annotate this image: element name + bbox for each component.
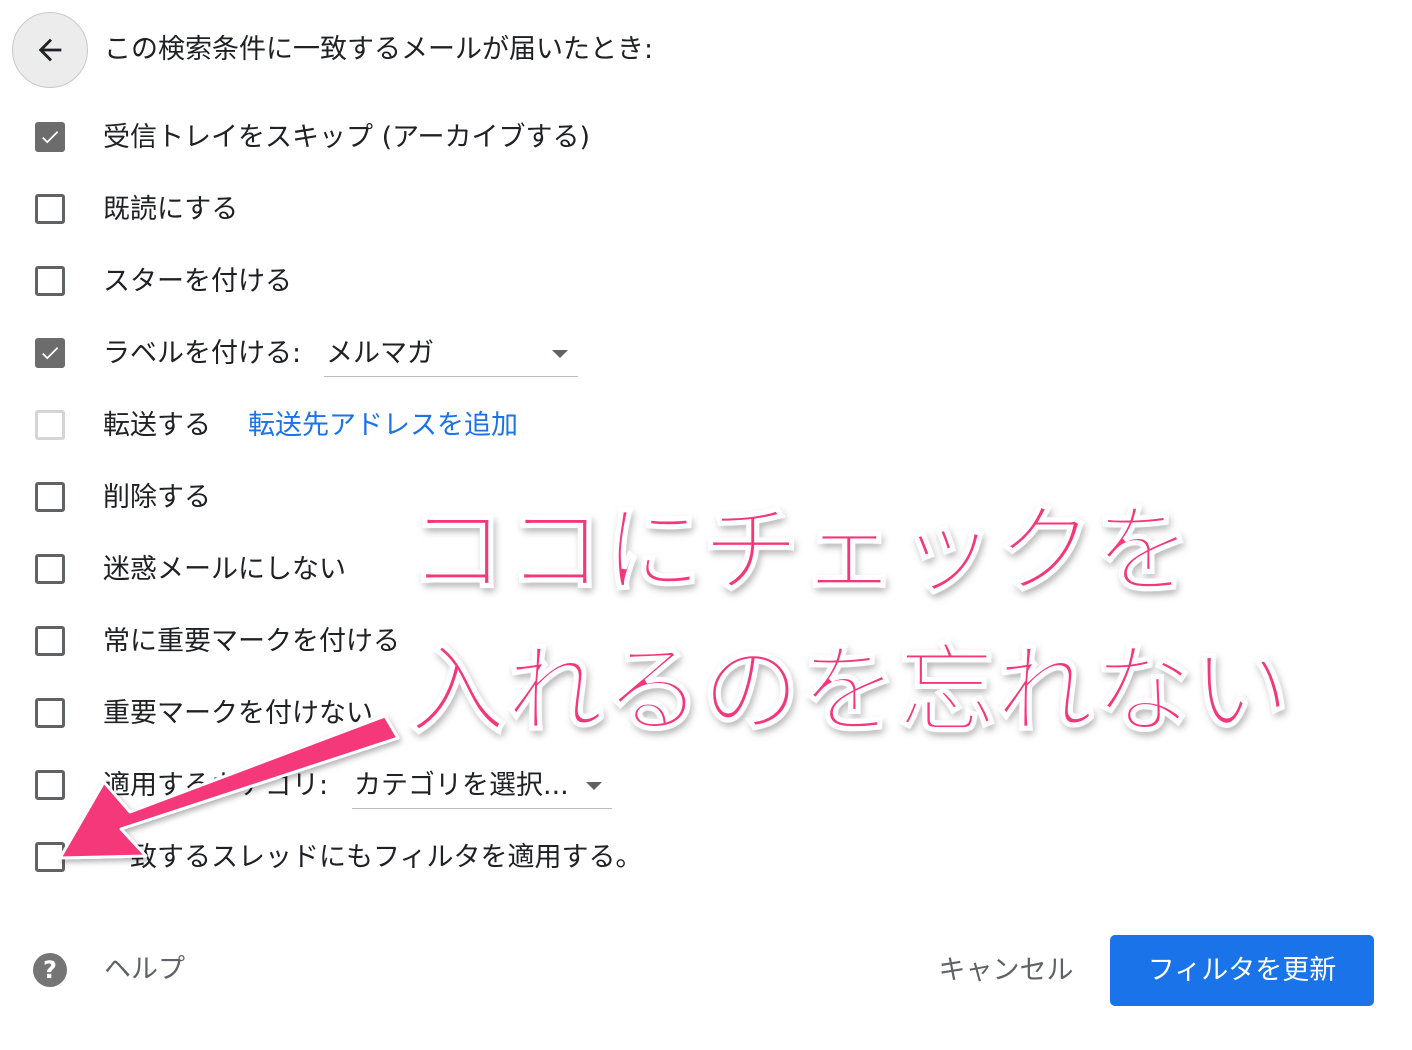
help-icon[interactable]: ? [33, 953, 67, 987]
never-important-checkbox[interactable] [35, 698, 65, 728]
dropdown-caret-icon [552, 350, 568, 358]
delete-label: 削除する [103, 482, 211, 513]
never-spam-checkbox[interactable] [35, 554, 65, 584]
check-icon [42, 347, 59, 360]
mark-read-checkbox[interactable] [35, 194, 65, 224]
always-important-label: 常に重要マークを付ける [103, 626, 400, 657]
cancel-button[interactable]: キャンセル [926, 940, 1086, 1002]
check-icon [42, 131, 59, 144]
option-star: スターを付ける [0, 254, 1412, 310]
category-select-value: カテゴリを選択... [354, 770, 569, 801]
back-button[interactable] [12, 12, 88, 88]
category-checkbox[interactable] [35, 770, 65, 800]
option-apply-threads: 一致するスレッドにもフィルタを適用する。 [0, 830, 1412, 886]
skip-inbox-checkbox[interactable] [35, 122, 65, 152]
help-link[interactable]: ヘルプ [104, 946, 185, 994]
label-select-value: メルマガ [326, 338, 434, 369]
option-mark-read: 既読にする [0, 182, 1412, 238]
category-label: 適用するカテゴリ: [103, 770, 329, 801]
always-important-checkbox[interactable] [35, 626, 65, 656]
forward-label: 転送する [103, 410, 211, 441]
apply-label-checkbox[interactable] [35, 338, 65, 368]
arrow-left-icon [38, 38, 62, 62]
mark-read-label: 既読にする [103, 194, 239, 225]
category-select[interactable]: カテゴリを選択... [352, 764, 612, 809]
dropdown-caret-icon [586, 782, 602, 790]
star-label: スターを付ける [103, 266, 292, 297]
skip-inbox-label: 受信トレイをスキップ (アーカイブする) [103, 122, 591, 153]
option-forward: 転送する 転送先アドレスを追加 [0, 398, 1412, 454]
apply-threads-label: 一致するスレッドにもフィルタを適用する。 [103, 842, 643, 873]
apply-label-label: ラベルを付ける: [103, 338, 302, 369]
annotation-line-1: ココにチェックを [407, 494, 1193, 608]
update-filter-button[interactable]: フィルタを更新 [1110, 935, 1374, 1006]
option-apply-label: ラベルを付ける: メルマガ [0, 326, 1412, 382]
option-skip-inbox: 受信トレイをスキップ (アーカイブする) [0, 110, 1412, 166]
annotation-line-2: 入れるのを忘れない [407, 634, 1291, 748]
never-spam-label: 迷惑メールにしない [103, 554, 346, 585]
option-category: 適用するカテゴリ: カテゴリを選択... [0, 758, 1412, 814]
apply-threads-checkbox[interactable] [35, 842, 65, 872]
filter-criteria-title: この検索条件に一致するメールが届いたとき: [104, 34, 654, 65]
forward-checkbox[interactable] [35, 410, 65, 440]
star-checkbox[interactable] [35, 266, 65, 296]
add-forwarding-address-link[interactable]: 転送先アドレスを追加 [248, 398, 518, 454]
delete-checkbox[interactable] [35, 482, 65, 512]
never-important-label: 重要マークを付けない [103, 698, 373, 729]
label-select[interactable]: メルマガ [324, 332, 578, 377]
